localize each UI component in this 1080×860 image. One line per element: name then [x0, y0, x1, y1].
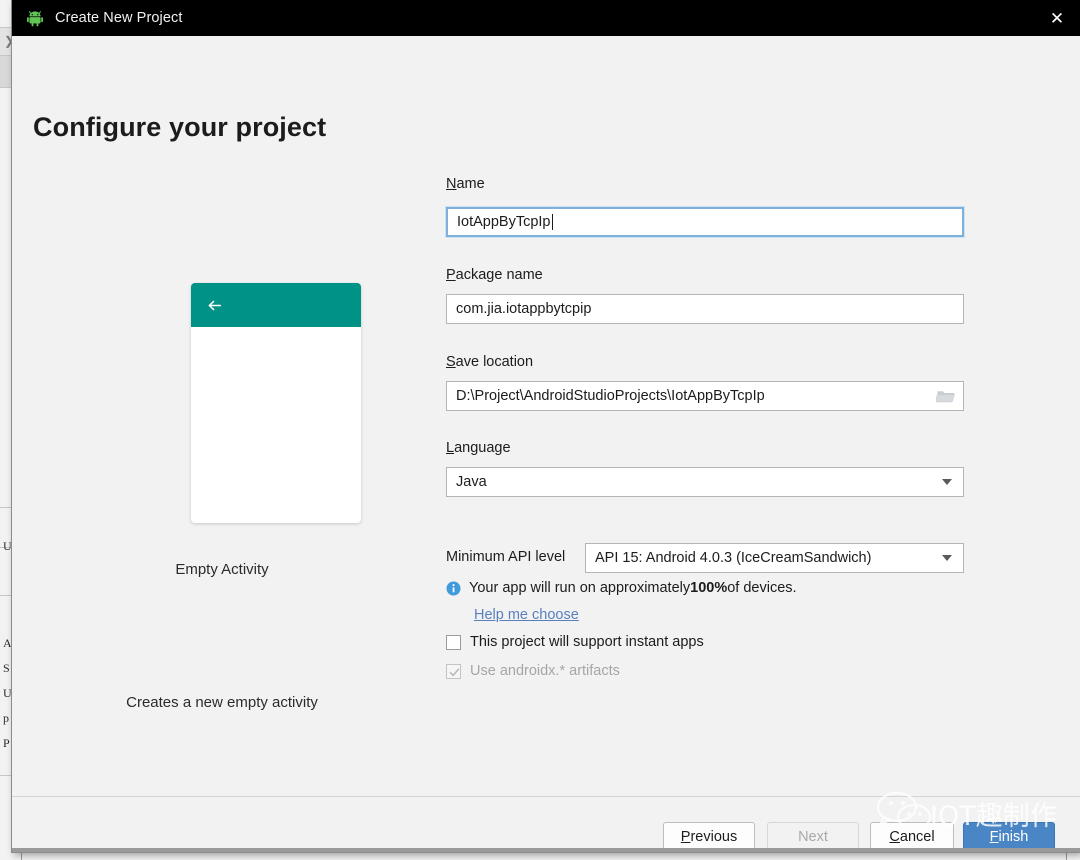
background-letter: P — [3, 736, 10, 750]
background-letter: U — [3, 539, 12, 553]
instant-apps-checkbox[interactable] — [446, 634, 461, 650]
language-select[interactable]: Java — [446, 467, 964, 497]
dialog-title: Create New Project — [55, 10, 183, 26]
next-button-label: Next — [798, 829, 828, 845]
info-icon — [446, 581, 461, 596]
androidx-label: Use androidx.* artifacts — [470, 663, 620, 679]
min-api-value: API 15: Android 4.0.3 (IceCreamSandwich) — [595, 550, 872, 566]
device-coverage-percent: 100% — [690, 580, 728, 596]
dialog-titlebar: Create New Project ✕ — [12, 0, 1080, 36]
save-location-input[interactable]: D:\Project\AndroidStudioProjects\IotAppB… — [446, 381, 964, 411]
device-coverage-info: Your app will run on approximately 100% … — [446, 580, 797, 596]
dialog-footer: Previous Next Cancel Finish — [12, 797, 1080, 852]
save-location-label: Save location — [446, 354, 534, 370]
instant-apps-checkbox-row[interactable]: This project will support instant apps — [446, 634, 704, 650]
name-label: Name — [446, 176, 485, 192]
name-input-value: IotAppByTcpIp — [457, 214, 551, 230]
template-preview-card — [191, 283, 361, 523]
help-me-choose-link[interactable]: Help me choose — [474, 607, 579, 623]
package-name-input[interactable]: com.jia.iotappbytcpip — [446, 294, 964, 324]
save-location-value: D:\Project\AndroidStudioProjects\IotAppB… — [456, 388, 765, 404]
background-letter: S — [3, 661, 10, 675]
dialog-bottom-edge — [12, 848, 1080, 852]
androidx-checkbox-row: Use androidx.* artifacts — [446, 663, 620, 679]
close-icon[interactable]: ✕ — [1034, 0, 1080, 36]
min-api-label: Minimum API level — [446, 549, 566, 565]
device-coverage-prefix: Your app will run on approximately — [469, 580, 691, 596]
androidx-checkbox — [446, 663, 461, 679]
language-label: Language — [446, 440, 511, 456]
background-letter: p — [3, 711, 9, 725]
page-title: Configure your project — [33, 112, 327, 143]
instant-apps-label: This project will support instant apps — [470, 634, 704, 650]
android-robot-icon — [26, 9, 44, 27]
name-input[interactable]: IotAppByTcpIp — [446, 207, 964, 237]
language-value: Java — [456, 474, 487, 490]
create-new-project-dialog: Create New Project ✕ Configure your proj… — [12, 0, 1080, 852]
background-letter: A — [3, 636, 12, 650]
template-description-label: Creates a new empty activity — [126, 694, 318, 711]
background-letter: U — [3, 686, 12, 700]
preview-appbar — [191, 283, 361, 327]
device-coverage-suffix: of devices. — [727, 580, 797, 596]
template-name-label: Empty Activity — [175, 561, 269, 578]
package-name-label: Package name — [446, 267, 543, 283]
back-arrow-icon — [205, 296, 224, 315]
min-api-select[interactable]: API 15: Android 4.0.3 (IceCreamSandwich) — [585, 543, 964, 573]
package-name-value: com.jia.iotappbytcpip — [456, 301, 592, 317]
chevron-down-icon — [942, 555, 952, 561]
text-caret — [551, 214, 553, 230]
chevron-down-icon — [942, 479, 952, 485]
checkmark-icon — [449, 666, 460, 677]
folder-icon[interactable] — [934, 388, 956, 404]
dialog-body: Configure your project Empty Activity Cr… — [12, 36, 1080, 852]
